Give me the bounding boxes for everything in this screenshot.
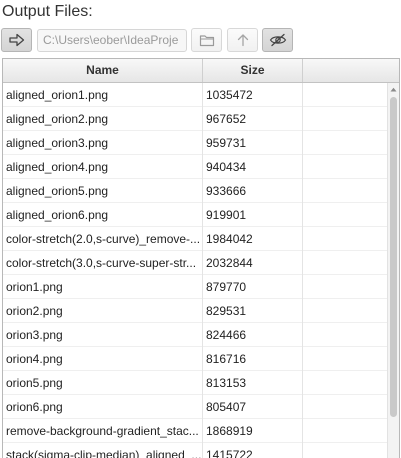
path-toolbar: C:\Users\eober\IdeaProje [0,28,401,54]
table-row[interactable]: orion5.png 813153 [3,371,387,395]
file-size-cell: 919901 [203,203,303,227]
table-row[interactable]: orion2.png 829531 [3,299,387,323]
filler-cell [303,251,387,275]
file-size-cell: 805407 [203,395,303,419]
filler-cell [303,227,387,251]
scroll-up-arrow[interactable] [388,83,399,95]
table-row[interactable]: aligned_orion3.png 959731 [3,131,387,155]
file-name-cell: color-stretch(2.0,s-curve)_remove-... [3,227,203,251]
filler-cell [303,347,387,371]
column-header-size[interactable]: Size [203,59,303,82]
table-row[interactable]: orion3.png 824466 [3,323,387,347]
filler-cell [303,395,387,419]
file-size-cell: 816716 [203,347,303,371]
file-name-cell: orion2.png [3,299,203,323]
folder-icon [199,34,214,46]
file-size-cell: 2032844 [203,251,303,275]
file-size-cell: 959731 [203,131,303,155]
file-size-cell: 879770 [203,275,303,299]
path-input[interactable]: C:\Users\eober\IdeaProje [37,29,187,52]
file-name-cell: aligned_orion5.png [3,179,203,203]
table-row[interactable]: aligned_orion2.png 967652 [3,107,387,131]
table-row[interactable]: aligned_orion4.png 940434 [3,155,387,179]
table-row[interactable]: aligned_orion6.png 919901 [3,203,387,227]
filler-cell [303,107,387,131]
filler-cell [303,443,387,458]
toggle-hidden-files-button[interactable] [262,28,293,52]
file-size-cell: 967652 [203,107,303,131]
file-size-cell: 824466 [203,323,303,347]
file-name-cell: orion3.png [3,323,203,347]
go-button[interactable] [1,28,32,52]
output-files-panel: Output Files: C:\Users\eober\IdeaProje N… [0,0,401,458]
table-row[interactable]: color-stretch(3.0,s-curve-super-str... 20… [3,251,387,275]
file-name-cell: aligned_orion6.png [3,203,203,227]
filler-cell [303,371,387,395]
scroll-thumb[interactable] [390,97,397,417]
file-name-cell: orion1.png [3,275,203,299]
parent-directory-button[interactable] [227,28,258,52]
file-name-cell: aligned_orion4.png [3,155,203,179]
file-size-cell: 1035472 [203,83,303,107]
file-size-cell: 940434 [203,155,303,179]
file-name-cell: aligned_orion2.png [3,107,203,131]
filler-cell [303,155,387,179]
table-row[interactable]: orion6.png 805407 [3,395,387,419]
file-name-cell: orion4.png [3,347,203,371]
filler-cell [303,203,387,227]
browse-folder-button[interactable] [191,28,222,52]
vertical-scrollbar[interactable] [387,83,399,458]
file-name-cell: orion6.png [3,395,203,419]
table-body: aligned_orion1.png 1035472 aligned_orion2.… [3,83,387,458]
column-header-filler [303,59,399,82]
file-size-cell: 1415722 [203,443,303,458]
filler-cell [303,131,387,155]
file-name-cell: remove-background-gradient_stac... [3,419,203,443]
output-files-table[interactable]: Name Size aligned_orion1.png 1035472 align… [2,58,400,458]
file-size-cell: 1868919 [203,419,303,443]
filler-cell [303,179,387,203]
column-header-name[interactable]: Name [3,59,203,82]
table-row[interactable]: orion1.png 879770 [3,275,387,299]
filler-cell [303,419,387,443]
arrow-up-icon [237,34,248,47]
eye-slash-icon [269,33,286,47]
file-size-cell: 813153 [203,371,303,395]
file-name-cell: aligned_orion1.png [3,83,203,107]
filler-cell [303,299,387,323]
table-row[interactable]: remove-background-gradient_stac... 186891… [3,419,387,443]
filler-cell [303,83,387,107]
table-row[interactable]: stack(sigma-clip-median)_aligned_... 1415… [3,443,387,458]
file-size-cell: 1984042 [203,227,303,251]
file-name-cell: stack(sigma-clip-median)_aligned_... [3,443,203,458]
file-size-cell: 829531 [203,299,303,323]
filler-cell [303,275,387,299]
filler-cell [303,323,387,347]
file-name-cell: color-stretch(3.0,s-curve-super-str... [3,251,203,275]
table-row[interactable]: orion4.png 816716 [3,347,387,371]
table-row[interactable]: color-stretch(2.0,s-curve)_remove-... 198… [3,227,387,251]
table-row[interactable]: aligned_orion5.png 933666 [3,179,387,203]
arrow-right-icon [8,33,24,47]
file-name-cell: aligned_orion3.png [3,131,203,155]
file-size-cell: 933666 [203,179,303,203]
table-row[interactable]: aligned_orion1.png 1035472 [3,83,387,107]
output-files-label: Output Files: [2,3,93,20]
file-name-cell: orion5.png [3,371,203,395]
triangle-up-icon [390,87,397,91]
table-header: Name Size [3,59,399,83]
